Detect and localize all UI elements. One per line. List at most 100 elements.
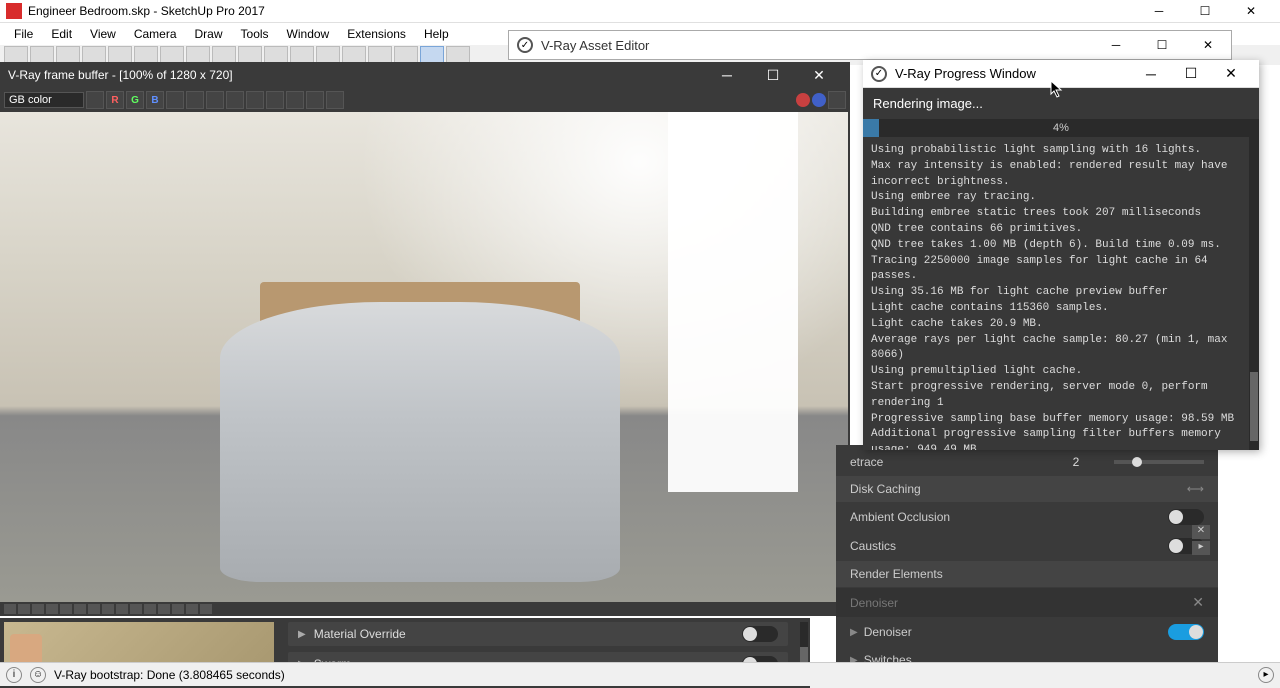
ambient-occlusion-label: Ambient Occlusion xyxy=(850,510,1168,524)
progress-window-title: V-Ray Progress Window xyxy=(895,66,1131,81)
progress-maximize-button[interactable]: ☐ xyxy=(1171,60,1211,88)
asset-close-button[interactable]: ✕ xyxy=(1185,31,1231,59)
fb-tool-5[interactable] xyxy=(246,91,264,109)
fb-tool-2[interactable] xyxy=(186,91,204,109)
ambient-occlusion-row[interactable]: Ambient Occlusion xyxy=(836,503,1218,531)
retrace-row: etrace 2 xyxy=(836,449,1218,475)
menu-camera[interactable]: Camera xyxy=(126,25,185,43)
fb-tool-3[interactable] xyxy=(206,91,224,109)
fb-bottom-9[interactable] xyxy=(116,604,128,614)
settings-side-chips: ✕ ▸ xyxy=(1192,525,1214,555)
fb-tool-1[interactable] xyxy=(166,91,184,109)
progress-percent-label: 4% xyxy=(863,119,1259,137)
user-icon[interactable]: ☺ xyxy=(30,667,46,683)
menu-view[interactable]: View xyxy=(82,25,124,43)
fb-tool-rgb-icon[interactable] xyxy=(86,91,104,109)
material-override-toggle[interactable] xyxy=(742,626,778,642)
fb-bottom-15[interactable] xyxy=(200,604,212,614)
vray-progress-window: ✓ V-Ray Progress Window ─ ☐ ✕ Rendering … xyxy=(863,60,1259,450)
disk-caching-label: Disk Caching xyxy=(850,482,1187,496)
asset-minimize-button[interactable]: ─ xyxy=(1093,31,1139,59)
menu-tools[interactable]: Tools xyxy=(233,25,277,43)
fb-tool-7[interactable] xyxy=(286,91,304,109)
progress-status-text: Rendering image... xyxy=(863,88,1259,119)
render-elements-row[interactable]: Render Elements xyxy=(836,561,1218,587)
channel-dropdown[interactable]: GB color xyxy=(4,92,84,108)
status-bar: i ☺ V-Ray bootstrap: Done (3.808465 seco… xyxy=(0,662,1280,686)
fb-bottom-4[interactable] xyxy=(46,604,58,614)
fb-minimize-button[interactable]: ─ xyxy=(704,62,750,88)
channel-r-button[interactable]: R xyxy=(106,91,124,109)
fb-window-controls: ─ ☐ ✕ xyxy=(704,62,842,88)
menu-extensions[interactable]: Extensions xyxy=(339,25,414,43)
fb-bottom-12[interactable] xyxy=(158,604,170,614)
material-override-row[interactable]: ▶ Material Override xyxy=(288,622,788,646)
channel-g-button[interactable]: G xyxy=(126,91,144,109)
retrace-value[interactable]: 2 xyxy=(1046,455,1106,469)
render-viewport[interactable] xyxy=(0,112,848,602)
fb-bottom-13[interactable] xyxy=(172,604,184,614)
menu-draw[interactable]: Draw xyxy=(187,25,231,43)
channel-b-button[interactable]: B xyxy=(146,91,164,109)
minimize-button[interactable]: ─ xyxy=(1136,0,1182,23)
fb-bottom-6[interactable] xyxy=(74,604,86,614)
retrace-slider[interactable] xyxy=(1114,460,1204,464)
fb-bottom-10[interactable] xyxy=(130,604,142,614)
denoiser-toggle[interactable] xyxy=(1168,624,1204,640)
menu-edit[interactable]: Edit xyxy=(43,25,80,43)
info-icon[interactable]: i xyxy=(6,667,22,683)
fb-tool-9[interactable] xyxy=(326,91,344,109)
progress-log[interactable]: Using probabilistic light sampling with … xyxy=(863,137,1259,450)
fb-tool-8[interactable] xyxy=(306,91,324,109)
fb-bottom-14[interactable] xyxy=(186,604,198,614)
render-stop-icon[interactable] xyxy=(796,93,810,107)
render-region-icon[interactable] xyxy=(812,93,826,107)
progress-close-button[interactable]: ✕ xyxy=(1211,60,1251,88)
menu-window[interactable]: Window xyxy=(279,25,338,43)
progress-log-text: Using probabilistic light sampling with … xyxy=(871,143,1251,450)
status-text: V-Ray bootstrap: Done (3.808465 seconds) xyxy=(54,668,285,682)
close-button[interactable]: ✕ xyxy=(1228,0,1274,23)
menu-help[interactable]: Help xyxy=(416,25,457,43)
fb-tool-r1[interactable] xyxy=(828,91,846,109)
main-title-bar[interactable]: Engineer Bedroom.skp - SketchUp Pro 2017… xyxy=(0,0,1280,23)
asset-editor-controls: ─ ☐ ✕ xyxy=(1093,31,1231,59)
vray-asset-editor-window[interactable]: ✓ V-Ray Asset Editor ─ ☐ ✕ xyxy=(508,30,1232,60)
fb-close-button[interactable]: ✕ xyxy=(796,62,842,88)
vray-icon: ✓ xyxy=(517,37,533,53)
progress-title-bar[interactable]: ✓ V-Ray Progress Window ─ ☐ ✕ xyxy=(863,60,1259,88)
fb-tool-6[interactable] xyxy=(266,91,284,109)
caustics-row[interactable]: Caustics xyxy=(836,532,1218,560)
chip-export-icon[interactable]: ▸ xyxy=(1192,541,1210,555)
asset-editor-title: V-Ray Asset Editor xyxy=(541,38,1093,53)
maximize-button[interactable]: ☐ xyxy=(1182,0,1228,23)
fb-bottom-7[interactable] xyxy=(88,604,100,614)
ambient-occlusion-toggle[interactable] xyxy=(1168,509,1204,525)
fb-bottom-3[interactable] xyxy=(32,604,44,614)
fb-bottom-2[interactable] xyxy=(18,604,30,614)
log-scrollbar[interactable] xyxy=(1249,137,1259,450)
fb-maximize-button[interactable]: ☐ xyxy=(750,62,796,88)
fb-bottom-11[interactable] xyxy=(144,604,156,614)
fb-title-bar[interactable]: V-Ray frame buffer - [100% of 1280 x 720… xyxy=(0,62,850,88)
fb-bottom-1[interactable] xyxy=(4,604,16,614)
status-right-icon[interactable]: ▸ xyxy=(1258,667,1274,683)
asset-maximize-button[interactable]: ☐ xyxy=(1139,31,1185,59)
caustics-label: Caustics xyxy=(850,539,1168,553)
fb-tool-4[interactable] xyxy=(226,91,244,109)
render-elements-label: Render Elements xyxy=(850,567,1204,581)
chevron-right-icon: ▶ xyxy=(298,629,306,640)
denoiser-label: Denoiser xyxy=(864,625,1168,639)
disk-caching-row[interactable]: Disk Caching ⟷ xyxy=(836,476,1218,502)
denoiser-row[interactable]: ▶ Denoiser xyxy=(836,618,1218,646)
menu-file[interactable]: File xyxy=(6,25,41,43)
chevron-icon: ⟷ xyxy=(1187,482,1204,496)
remove-denoiser-button[interactable]: ✕ xyxy=(1192,594,1204,611)
progress-minimize-button[interactable]: ─ xyxy=(1131,60,1171,88)
fb-toolbar: GB color R G B xyxy=(0,88,850,112)
rendered-bed xyxy=(220,302,620,582)
fb-bottom-5[interactable] xyxy=(60,604,72,614)
fb-bottom-8[interactable] xyxy=(102,604,114,614)
chip-close-icon[interactable]: ✕ xyxy=(1192,525,1210,539)
progress-window-controls: ─ ☐ ✕ xyxy=(1131,60,1251,88)
